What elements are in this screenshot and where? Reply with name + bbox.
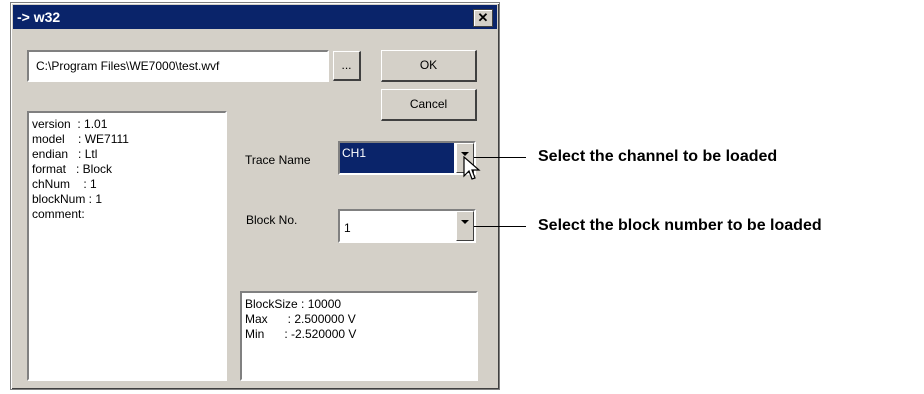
block-callout-line bbox=[474, 226, 526, 227]
block-callout: Select the block number to be loaded bbox=[538, 217, 822, 234]
block-no-text: 1 bbox=[344, 221, 351, 235]
block-dropdown-button[interactable] bbox=[456, 211, 474, 241]
trace-name-value: CH1 bbox=[340, 143, 454, 173]
cancel-label: Cancel bbox=[409, 97, 448, 111]
window-title: -> w32 bbox=[17, 9, 61, 25]
info-line: chNum : 1 bbox=[32, 177, 97, 191]
detail-line: Min : -2.520000 V bbox=[245, 327, 357, 341]
detail-line: BlockSize : 10000 bbox=[245, 297, 342, 311]
trace-name-select[interactable]: CH1 bbox=[338, 141, 476, 175]
close-button[interactable]: ✕ bbox=[473, 9, 493, 27]
detail-line: Max : 2.500000 V bbox=[245, 312, 356, 326]
file-path-field[interactable]: C:\Program Files\WE7000\test.wvf bbox=[27, 50, 329, 82]
trace-name-text: CH1 bbox=[342, 146, 367, 160]
ok-label: OK bbox=[419, 58, 438, 72]
trace-name-label: Trace Name bbox=[245, 153, 311, 167]
channel-callout: Select the channel to be loaded bbox=[538, 148, 778, 165]
info-line: format : Block bbox=[32, 162, 113, 176]
block-details-panel[interactable]: BlockSize : 10000 Max : 2.500000 V Min :… bbox=[240, 291, 478, 381]
block-no-select[interactable]: 1 bbox=[338, 209, 476, 243]
cancel-button[interactable]: Cancel bbox=[381, 89, 477, 121]
file-path-text: C:\Program Files\WE7000\test.wvf bbox=[36, 59, 220, 73]
chevron-down-icon bbox=[461, 220, 469, 224]
dialog-window: -> w32 ✕ C:\Program Files\WE7000\test.wv… bbox=[10, 2, 500, 390]
channel-callout-line bbox=[474, 157, 526, 158]
info-line: version : 1.01 bbox=[32, 117, 108, 131]
browse-button[interactable]: ... bbox=[333, 51, 361, 81]
info-line: comment: bbox=[32, 207, 85, 221]
browse-label: ... bbox=[341, 58, 352, 72]
arrow-cursor-icon bbox=[463, 156, 481, 180]
title-bar: -> w32 ✕ bbox=[13, 5, 497, 29]
close-icon: ✕ bbox=[477, 10, 489, 25]
file-info-panel[interactable]: version : 1.01 model : WE7111 endian : L… bbox=[27, 111, 227, 381]
info-line: model : WE7111 bbox=[32, 132, 129, 146]
info-line: endian : Ltl bbox=[32, 147, 98, 161]
info-line: blockNum : 1 bbox=[32, 192, 103, 206]
ok-button[interactable]: OK bbox=[381, 50, 477, 82]
block-no-label: Block No. bbox=[246, 213, 298, 227]
